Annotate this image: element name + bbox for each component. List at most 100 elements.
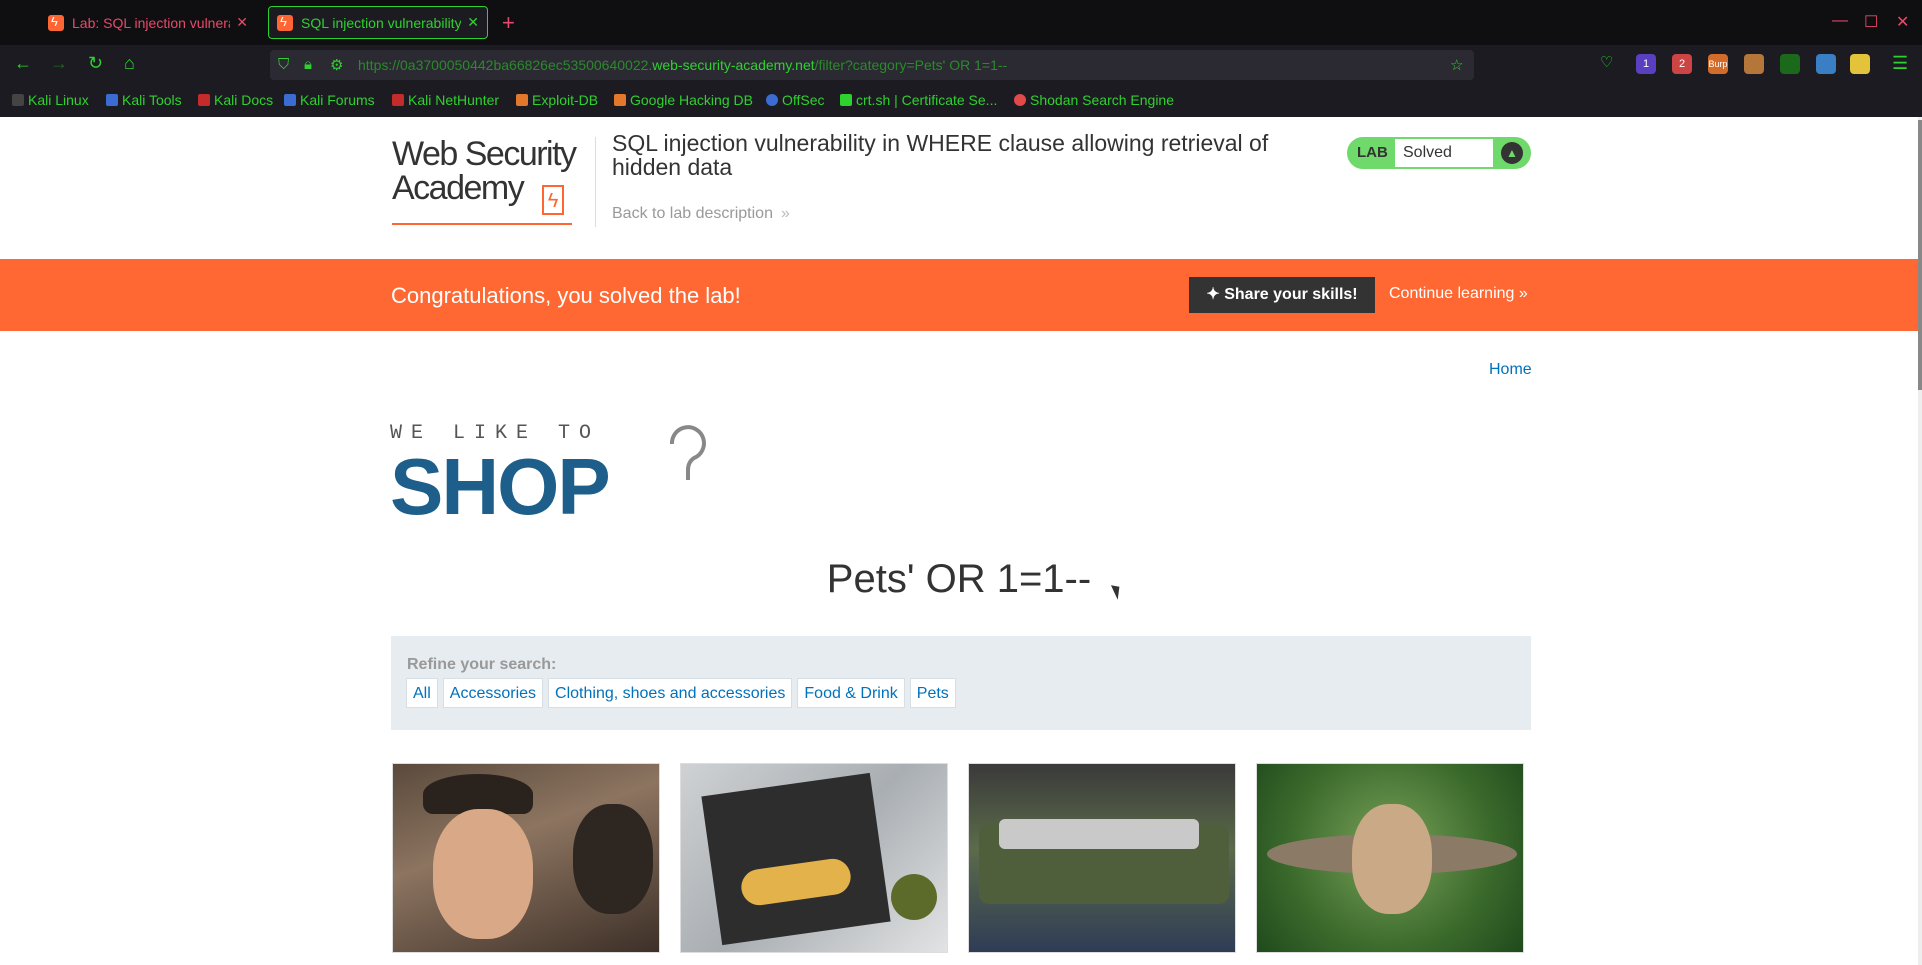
double-chevron-icon: »: [780, 205, 790, 222]
bookmark-label: Kali Linux: [28, 92, 89, 108]
bookmark-kali-docs[interactable]: Kali Docs: [198, 92, 273, 108]
badge: Burp: [1708, 59, 1728, 69]
extension-6-icon[interactable]: [1816, 54, 1836, 74]
lab-status-value: Solved: [1395, 139, 1493, 167]
offsec-icon: [766, 94, 778, 106]
bookmark-kali-forums[interactable]: Kali Forums: [284, 92, 375, 108]
cans-shape: [999, 819, 1199, 849]
bookmark-label: crt.sh | Certificate Se...: [856, 92, 998, 108]
filter-food-drink[interactable]: Food & Drink: [797, 678, 905, 708]
bookmark-kali-tools[interactable]: Kali Tools: [106, 92, 182, 108]
bookmark-star-icon[interactable]: ☆: [1450, 56, 1463, 74]
burp-extension-icon[interactable]: Burp: [1708, 54, 1728, 74]
pocket-icon[interactable]: ♡: [1600, 53, 1613, 71]
minimize-icon[interactable]: —: [1832, 12, 1848, 30]
close-window-icon[interactable]: ✕: [1896, 12, 1909, 32]
bookmark-label: Google Hacking DB: [630, 92, 753, 108]
hat-shape: [423, 774, 533, 814]
product-grid: [392, 763, 1524, 953]
filter-clothing[interactable]: Clothing, shoes and accessories: [548, 678, 793, 708]
continue-learning-link[interactable]: Continue learning »: [1389, 285, 1528, 303]
home-icon[interactable]: ⌂: [124, 53, 135, 74]
back-to-lab-description-link[interactable]: Back to lab description »: [612, 205, 790, 223]
lab-status-badge: LAB Solved ▲: [1347, 137, 1531, 169]
new-tab-button[interactable]: +: [502, 10, 515, 36]
tab-lab-active[interactable]: SQL injection vulnerability ✕: [268, 6, 488, 39]
kali-icon: [12, 94, 24, 106]
close-icon[interactable]: ✕: [236, 14, 248, 31]
extension-1-icon[interactable]: 1: [1636, 54, 1656, 74]
filter-pets[interactable]: Pets: [909, 678, 956, 708]
product-image-grill[interactable]: [680, 763, 948, 953]
browser-chrome: Lab: SQL injection vulnerat ✕ SQL inject…: [0, 0, 1922, 117]
product-image-flying-pug[interactable]: [1256, 763, 1524, 953]
exploit-db-icon: [516, 94, 528, 106]
bookmark-label: Kali NetHunter: [408, 92, 500, 108]
menu-icon[interactable]: ☰: [1892, 53, 1908, 74]
bookmark-kali-linux[interactable]: Kali Linux: [12, 92, 89, 108]
tab-lab-description[interactable]: Lab: SQL injection vulnerat ✕: [40, 6, 256, 39]
bookmark-label: Kali Docs: [214, 92, 274, 108]
url-path: /filter?category=Pets' OR 1=1--: [814, 57, 1008, 73]
refine-label: Refine your search:: [407, 656, 557, 673]
bolt-icon: ϟ: [542, 185, 564, 215]
flask-icon: ▲: [1501, 142, 1523, 164]
scrollbar-thumb[interactable]: [1918, 120, 1922, 390]
home-link[interactable]: Home: [1489, 361, 1532, 379]
url-host: web-security-academy.net: [652, 57, 815, 73]
badge: 1: [1642, 58, 1650, 70]
forward-arrow-icon[interactable]: →: [50, 53, 68, 74]
filter-accessories[interactable]: Accessories: [442, 678, 544, 708]
ghdb-icon: [614, 94, 626, 106]
tab-bar: Lab: SQL injection vulnerat ✕ SQL inject…: [0, 0, 1922, 45]
crtsh-icon: [840, 94, 852, 106]
extension-4-icon[interactable]: [1744, 54, 1764, 74]
congratulations-banner: Congratulations, you solved the lab! ✦ S…: [0, 259, 1918, 331]
lock-icon[interactable]: 🔒︎: [304, 56, 312, 73]
bookmarks-bar: Kali Linux Kali Tools Kali Docs Kali For…: [0, 85, 1922, 117]
product-image-man-and-monkey[interactable]: [392, 763, 660, 953]
address-bar[interactable]: ⛉ 🔒︎ ⚙ https://0a3700050442ba66826ec5350…: [270, 50, 1474, 80]
logo-underline: [392, 223, 572, 225]
bookmark-shodan[interactable]: Shodan Search Engine: [1014, 92, 1174, 108]
filter-all[interactable]: All: [406, 678, 438, 708]
bookmark-label: Shodan Search Engine: [1030, 92, 1174, 108]
back-link-label: Back to lab description: [612, 205, 773, 222]
extension-7-icon[interactable]: [1850, 54, 1870, 74]
bookmark-google-hacking-db[interactable]: Google Hacking DB: [614, 92, 753, 108]
back-arrow-icon[interactable]: ←: [14, 53, 32, 74]
nethunter-icon: [392, 94, 404, 106]
shield-icon[interactable]: ⛉: [278, 56, 289, 73]
monkey-shape: [573, 804, 653, 914]
web-page: Web Security Academy ϟ SQL injection vul…: [0, 117, 1918, 965]
permissions-icon[interactable]: ⚙: [330, 56, 343, 74]
category-filters: All Accessories Clothing, shoes and acce…: [406, 678, 956, 708]
bookmark-label: Exploit-DB: [532, 92, 599, 108]
shodan-icon: [1014, 94, 1026, 106]
maximize-icon[interactable]: ☐: [1864, 12, 1878, 32]
share-skills-button[interactable]: ✦ Share your skills!: [1189, 277, 1375, 313]
bookmark-label: Kali Forums: [300, 92, 375, 108]
portswigger-icon: [277, 14, 293, 31]
extension-5-icon[interactable]: [1780, 54, 1800, 74]
refine-search-panel: Refine your search: All Accessories Clot…: [391, 636, 1531, 730]
extension-2-icon[interactable]: 2: [1672, 54, 1692, 74]
continue-label: Continue learning: [1389, 285, 1515, 302]
we-like-to-shop-logo: WE LIKE TO SHOP: [390, 422, 750, 532]
tab-title: Lab: SQL injection vulnerat: [72, 14, 231, 31]
web-security-academy-logo[interactable]: Web Security Academy ϟ: [392, 135, 592, 225]
bookmark-kali-nethunter[interactable]: Kali NetHunter: [392, 92, 499, 108]
bookmark-offsec[interactable]: OffSec: [766, 92, 825, 108]
olive-bowl-shape: [891, 874, 937, 920]
lab-title: SQL injection vulnerability in WHERE cla…: [612, 130, 1269, 180]
hanger-icon: [669, 425, 706, 480]
kali-forums-icon: [284, 94, 296, 106]
logo-line-1: Web Security: [392, 135, 577, 173]
portswigger-icon: [48, 14, 64, 31]
bookmark-crtsh[interactable]: crt.sh | Certificate Se...: [840, 92, 997, 108]
close-icon[interactable]: ✕: [467, 14, 479, 31]
reload-icon[interactable]: ↻: [88, 53, 103, 74]
product-image-beer-belt[interactable]: [968, 763, 1236, 953]
bookmark-exploit-db[interactable]: Exploit-DB: [516, 92, 598, 108]
grill-shape: [701, 772, 891, 946]
